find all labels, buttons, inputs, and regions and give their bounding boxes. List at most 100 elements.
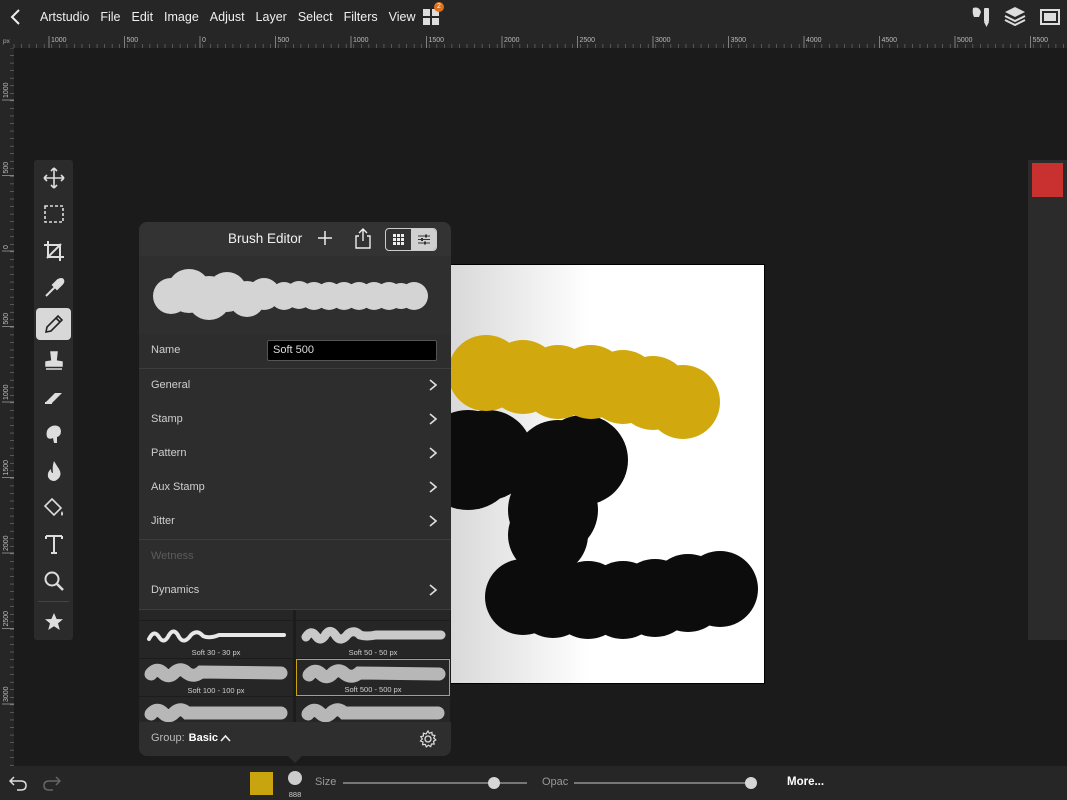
row-label: Aux Stamp [151,481,205,493]
ruler-label: 1000 [3,384,10,400]
pencil-icon [44,314,63,334]
eraser-icon [44,393,62,404]
row-pattern[interactable]: Pattern [139,437,451,472]
tool-text[interactable] [36,528,71,560]
opacity-slider-thumb[interactable] [745,777,757,789]
chevron-right-icon [429,481,437,493]
tool-eraser[interactable] [36,381,71,413]
ruler-label: 1500 [429,37,445,44]
preset-partial[interactable] [139,610,293,620]
ruler-label: 1500 [3,460,10,476]
ruler-label: 3000 [655,37,671,44]
brush-name-input[interactable] [267,340,437,361]
tool-pencil[interactable] [36,308,71,340]
tool-crop[interactable] [36,235,71,267]
preset-caption: Soft 50 - 50 px [348,648,398,657]
redo-icon[interactable] [43,775,61,791]
preset-caption: Soft 100 - 100 px [187,686,245,695]
chevron-right-icon [429,584,437,596]
preset-partial[interactable] [296,610,450,620]
menu-view[interactable]: View [389,10,416,24]
grid-icon [393,234,404,245]
toolbar-divider [38,601,69,602]
vertical-ruler: 1000 500 0 500 1000 1500 2000 2500 3000 [0,48,14,800]
undo-icon[interactable] [9,775,27,791]
preset-soft-30[interactable]: Soft 30 - 30 px [139,621,293,658]
preset-partial[interactable] [296,697,450,722]
ruler-label: 3000 [3,686,10,702]
top-bar: Artstudio File Edit Image Adjust Layer S… [0,0,1067,34]
brush-size-indicator[interactable] [288,771,302,785]
back-icon[interactable] [8,7,24,27]
app-title[interactable]: Artstudio [40,10,89,24]
panel-pointer [287,755,303,763]
row-dynamics[interactable]: Dynamics [139,574,451,610]
tool-smudge[interactable] [36,418,71,450]
brush-stroke-preview [301,626,446,644]
tool-fill[interactable] [36,491,71,523]
settings-view-button[interactable] [411,229,436,250]
size-slider-thumb[interactable] [487,777,500,789]
menu-file[interactable]: File [100,10,120,24]
row-jitter[interactable]: Jitter [139,505,451,540]
row-label: Dynamics [151,584,200,596]
brush-editor-panel: Brush Editor Name General [139,222,451,756]
more-button[interactable]: More... [787,776,824,788]
brush-options-icon[interactable] [970,5,994,29]
menu-adjust[interactable]: Adjust [210,10,245,24]
menu-layer[interactable]: Layer [256,10,287,24]
menu-filters[interactable]: Filters [344,10,378,24]
layers-icon[interactable] [1004,5,1026,27]
preset-soft-500[interactable]: Soft 500 - 500 px [296,659,450,696]
row-stamp[interactable]: Stamp [139,403,451,438]
preset-soft-100[interactable]: Soft 100 - 100 px [139,659,293,696]
tool-marquee[interactable] [36,198,71,230]
zoom-icon [44,571,64,591]
chevron-right-icon [429,515,437,527]
ruler-label: 2500 [3,611,10,627]
group-label: Group: [151,732,185,744]
chevron-up-icon[interactable] [220,734,231,742]
black-stroke-bottom [485,551,758,639]
brush-editor-title: Brush Editor [228,231,303,246]
row-aux-stamp[interactable]: Aux Stamp [139,471,451,506]
brush-editor-header: Brush Editor [139,222,451,256]
brush-presets-grid[interactable]: Soft 30 - 30 px Soft 50 - 50 px Soft 100… [139,610,451,722]
tool-stamp[interactable] [36,345,71,377]
preset-partial[interactable] [139,697,293,722]
smudge-icon [46,425,61,443]
menu-bar: Artstudio File Edit Image Adjust Layer S… [40,0,426,34]
preset-caption: Soft 30 - 30 px [191,648,241,657]
add-brush-icon[interactable] [318,231,332,245]
row-general[interactable]: General [139,369,451,404]
tool-favorites[interactable] [36,606,71,638]
name-row: Name [139,334,451,369]
fullscreen-icon[interactable] [1040,9,1060,25]
row-label: Stamp [151,413,183,425]
secondary-color-swatch[interactable] [1032,163,1063,197]
ruler-label: 5500 [1033,37,1049,44]
preset-soft-50[interactable]: Soft 50 - 50 px [296,621,450,658]
eyedropper-icon [44,278,64,297]
tool-burn[interactable] [36,455,71,487]
group-value: Basic [188,732,218,744]
gear-icon[interactable] [419,730,437,748]
document-canvas[interactable] [447,264,765,684]
ruler-label: 1000 [353,37,369,44]
menu-edit[interactable]: Edit [132,10,154,24]
group-selector[interactable]: Group: Basic [151,732,218,744]
opacity-slider[interactable] [574,782,751,784]
tool-eyedropper[interactable] [36,272,71,304]
menu-select[interactable]: Select [298,10,333,24]
menu-image[interactable]: Image [164,10,199,24]
primary-color-swatch[interactable] [250,772,273,795]
tool-move[interactable] [36,162,71,194]
ruler-label: 4500 [882,37,898,44]
share-icon[interactable] [354,228,372,249]
move-icon [42,167,65,189]
ruler-label: 0 [202,37,206,44]
ruler-label: 500 [278,37,290,44]
ruler-label: 500 [3,162,10,174]
tool-zoom[interactable] [36,565,71,597]
grid-view-button[interactable] [386,229,411,250]
